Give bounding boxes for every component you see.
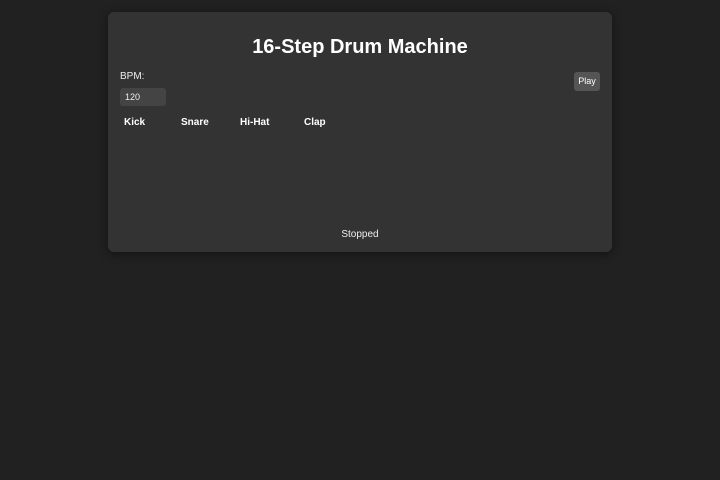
track-label-clap[interactable]: Clap: [304, 117, 326, 129]
page-title: 16-Step Drum Machine: [252, 36, 468, 58]
drum-machine-panel: 16-Step Drum Machine BPM: Play Kick Snar…: [108, 12, 612, 252]
track-label-kick[interactable]: Kick: [124, 117, 145, 129]
play-button[interactable]: Play: [574, 72, 600, 91]
bpm-label: BPM:: [120, 71, 145, 82]
bpm-input[interactable]: [120, 88, 166, 106]
status-text: Stopped: [341, 229, 379, 240]
track-label-snare[interactable]: Snare: [181, 117, 209, 129]
track-label-hi-hat[interactable]: Hi-Hat: [240, 117, 269, 129]
